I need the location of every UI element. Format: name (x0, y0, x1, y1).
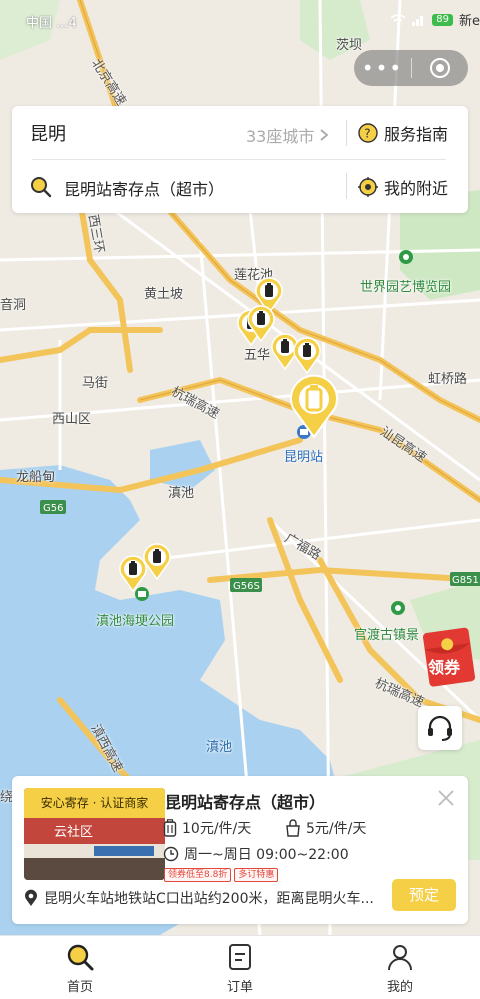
city-switch[interactable]: 33座城市 (246, 123, 329, 147)
chevron-right-icon (320, 129, 329, 141)
photo-sign-text: 云社区 (54, 825, 94, 840)
price-small: 5元/件/天 (285, 818, 366, 838)
map-label-wuhua: 五华 (244, 348, 271, 363)
coupon-label: 领券 (428, 658, 461, 677)
map-label-hongqiao: 虹桥路 (428, 372, 468, 387)
opening-hours: 周一~周日 09:00~22:00 (163, 844, 349, 864)
clock-icon (163, 846, 179, 862)
store-card[interactable]: 安心寄存 · 认证商家 云社区 昆明站寄存点（超市） 10元/件/天 5元/件/… (12, 776, 468, 924)
location-pin-icon (25, 889, 37, 906)
target-icon (430, 58, 450, 78)
store-photo: 安心寄存 · 认证商家 云社区 (24, 788, 165, 880)
tab-bar: 首页 订单 我的 (0, 935, 480, 999)
price-small-text: 5元/件/天 (306, 821, 367, 837)
status-bar: 中国 ...4 89 新e (0, 0, 480, 40)
divider (346, 120, 347, 146)
map-label-longchuan: 龙船甸 (16, 470, 56, 485)
tab-home[interactable]: 首页 (0, 936, 160, 999)
tab-profile[interactable]: 我的 (320, 936, 480, 999)
search-icon (31, 177, 52, 198)
promo-tag: 多订特惠 (234, 868, 279, 882)
map-label-haigeng: 滇池海埂公园 (96, 614, 175, 629)
hours-text: 周一~周日 09:00~22:00 (184, 847, 349, 863)
storage-pin[interactable] (292, 336, 322, 374)
park-marker-guandu (391, 601, 405, 615)
nearby-label: 我的附近 (384, 179, 449, 198)
exit-button[interactable] (412, 57, 468, 79)
search-home-icon (67, 944, 94, 971)
wifi-icon (390, 13, 406, 25)
store-address: 昆明火车站地铁站C口出站约200米，距离昆明火车... (24, 888, 384, 908)
city-row: 昆明 33座城市 ? 服务指南 (12, 106, 468, 158)
storage-pin[interactable] (142, 542, 172, 580)
city-count: 33座城市 (246, 127, 315, 146)
status-right-text: 新e (459, 14, 480, 29)
city-name[interactable]: 昆明 (30, 120, 66, 146)
service-guide-label: 服务指南 (384, 125, 449, 144)
nearby-button[interactable]: 我的附近 (358, 175, 448, 199)
tab-home-label: 首页 (66, 980, 93, 995)
search-input[interactable]: 昆明站寄存点（超市） (64, 176, 224, 200)
store-name: 昆明站寄存点（超市） (165, 793, 326, 812)
search-card: 昆明 33座城市 ? 服务指南 昆明站寄存点（超市） 我的附近 (12, 106, 468, 213)
carrier-text: 中国 ...4 (26, 16, 77, 31)
map-label-xishan: 西山区 (52, 412, 92, 427)
price-large: 10元/件/天 (163, 818, 251, 838)
map-label-expo: 世界园艺博览园 (360, 280, 452, 295)
promo-tag: 领券低至8.8折 (164, 868, 232, 882)
search-row[interactable]: 昆明站寄存点（超市） 我的附近 (12, 160, 468, 212)
g56-label: G56 (43, 503, 63, 514)
g8511-label: G8511 (452, 575, 480, 586)
service-guide-button[interactable]: ? 服务指南 (358, 121, 448, 145)
map-label-huangtupo: 黄土坡 (144, 287, 184, 302)
tab-orders-label: 订单 (226, 980, 253, 995)
question-icon: ? (358, 123, 378, 143)
coupon-button[interactable]: 领券 (420, 626, 480, 688)
bag-icon (286, 819, 300, 837)
tab-profile-label: 我的 (386, 980, 413, 995)
map-label-majie: 马街 (82, 376, 109, 391)
miniprogram-capsule: ••• (354, 50, 468, 86)
park-marker-expo (399, 250, 413, 264)
storage-pin-selected[interactable] (288, 374, 340, 438)
map-label-yindong: 音洞 (0, 298, 27, 313)
more-button[interactable]: ••• (354, 53, 411, 83)
divider (346, 173, 347, 199)
g56s-label: G56S (233, 581, 260, 592)
map-label-dianchi2: 滇池 (206, 740, 233, 755)
status-right: 89 新e (390, 10, 480, 29)
order-icon (229, 944, 251, 970)
book-button[interactable]: 预定 (392, 879, 456, 911)
signal-icon (412, 15, 424, 26)
locate-icon (358, 177, 378, 197)
map-label-kunmingzhan: 昆明站 (284, 450, 324, 465)
address-text: 昆明火车站地铁站C口出站约200米，距离昆明火车... (44, 891, 374, 907)
battery-indicator: 89 (432, 13, 453, 26)
tab-orders[interactable]: 订单 (160, 936, 320, 999)
price-large-text: 10元/件/天 (182, 821, 252, 837)
user-icon (388, 945, 412, 971)
headset-icon (428, 715, 452, 741)
map-label-dianchi: 滇池 (168, 486, 195, 501)
suitcase-icon (163, 819, 177, 837)
promo-tags: 领券低至8.8折 多订特惠 (164, 868, 279, 882)
svg-text:?: ? (364, 127, 370, 141)
customer-service-button[interactable] (418, 706, 462, 750)
certified-badge: 安心寄存 · 认证商家 (24, 788, 165, 818)
close-icon[interactable] (436, 788, 456, 808)
map-label-guandu: 官渡古镇景 (354, 628, 420, 643)
